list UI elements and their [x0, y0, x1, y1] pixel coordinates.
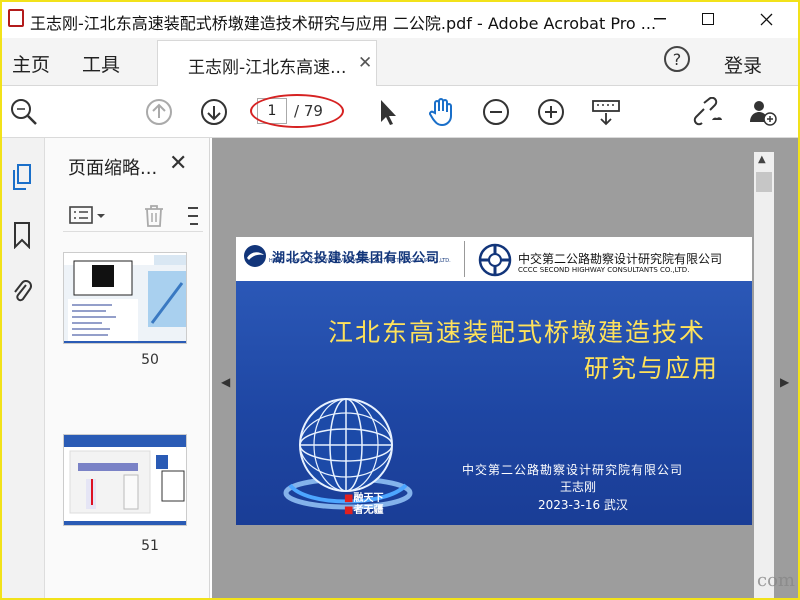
close-panel-icon[interactable]: ✕: [169, 151, 187, 176]
hubei-emblem-icon: [244, 245, 266, 267]
select-cursor-icon[interactable]: [372, 96, 404, 128]
find-search-icon[interactable]: [8, 96, 40, 128]
page-header: 湖北交投建设集团有限公司 HUBEI COMMUNICATIONS INVEST…: [236, 237, 752, 281]
hand-tool-icon[interactable]: [425, 96, 457, 128]
keyboard-scroll-icon[interactable]: [590, 96, 622, 128]
thumbnail-tools: [63, 196, 203, 232]
add-user-icon[interactable]: [746, 96, 778, 128]
thumbnails-panel-title: 页面缩略...: [68, 158, 158, 179]
window-title: 王志刚-江北东高速装配式桥墩建造技术研究与应用 二公院.pdf - Adobe …: [30, 14, 657, 33]
slide-date: 2023-3-16 武汉: [538, 498, 628, 512]
slogan: ■融天下 ■者无疆: [344, 493, 384, 516]
share-link-icon[interactable]: [692, 96, 724, 128]
minimize-button[interactable]: [640, 4, 680, 34]
collapse-left-arrow-icon[interactable]: ◀: [221, 375, 230, 389]
thumbnail-page-51[interactable]: [63, 434, 187, 526]
attachments-icon[interactable]: [8, 276, 36, 306]
document-tab[interactable]: 王志刚-江北东高速... ✕: [157, 40, 377, 86]
close-tab-icon[interactable]: ✕: [358, 53, 372, 73]
thumbnail-50-preview: [64, 253, 186, 343]
page-thumbnails-icon[interactable]: [8, 162, 36, 192]
tools-tab[interactable]: 工具: [82, 50, 120, 77]
acrobat-app-icon: [8, 9, 24, 27]
document-scroll-thumb[interactable]: [756, 172, 772, 192]
slide-body: 江北东高速装配式桥墩建造技术 研究与应用 ■融天下 ■者无疆 中交第二公路勘察设…: [236, 281, 752, 525]
slogan-line2: 者无疆: [353, 505, 384, 516]
help-button[interactable]: ?: [664, 46, 690, 72]
cccc-emblem-icon: [478, 243, 512, 277]
title-bar: 王志刚-江北东高速装配式桥墩建造技术研究与应用 二公院.pdf - Adobe …: [0, 0, 800, 38]
document-scrollbar[interactable]: [754, 152, 774, 598]
zoom-out-icon[interactable]: [480, 96, 512, 128]
slide-organization: 中交第二公路勘察设计研究院有限公司: [462, 463, 684, 477]
slide-author: 王志刚: [560, 480, 597, 494]
slogan-line1: 融天下: [353, 493, 384, 504]
toolbar: 1 / 79: [0, 86, 800, 138]
collapse-right-arrow-icon[interactable]: ▶: [780, 375, 789, 389]
thumbnail-51-preview: [64, 435, 186, 525]
home-tab[interactable]: 主页: [12, 50, 50, 77]
delete-page-icon[interactable]: [143, 204, 165, 232]
hubei-logo: 湖北交投建设集团有限公司: [242, 243, 440, 269]
bookmarks-icon[interactable]: [8, 220, 36, 250]
login-button[interactable]: 登录: [724, 51, 762, 78]
next-page-icon[interactable]: [198, 96, 230, 128]
company-right-name: 中交第二公路勘察设计研究院有限公司: [518, 252, 723, 266]
page-bottom-area: [236, 525, 752, 599]
thumbnail-page-50[interactable]: [63, 252, 187, 344]
doc-scroll-up-arrow-icon[interactable]: ▲: [758, 154, 766, 165]
company-left-english: HUBEI COMMUNICATIONS INVESTMENT CONSTRUC…: [269, 258, 451, 264]
menu-bar: 主页 工具 王志刚-江北东高速... ✕ ? 登录: [0, 38, 800, 86]
close-window-button[interactable]: [746, 4, 786, 34]
logo-divider: [464, 241, 465, 277]
pdf-page: 湖北交投建设集团有限公司 HUBEI COMMUNICATIONS INVEST…: [236, 237, 752, 599]
maximize-button[interactable]: [688, 4, 728, 34]
slide-title-line2: 研究与应用: [584, 354, 720, 383]
document-tab-label: 王志刚-江北东高速...: [188, 58, 347, 78]
cccc-logo: 中交第二公路勘察设计研究院有限公司 CCCC SECOND HIGHWAY CO…: [476, 241, 722, 283]
navigation-rail: [0, 138, 45, 600]
watermark-text: com: [757, 570, 795, 591]
red-highlight-ellipse: [250, 94, 344, 128]
zoom-in-icon[interactable]: [535, 96, 567, 128]
slide-title-line1: 江北东高速装配式桥墩建造技术: [328, 318, 707, 347]
more-tools-icon[interactable]: [186, 204, 200, 232]
company-right-english: CCCC SECOND HIGHWAY CONSULTANTS CO.,LTD.: [518, 266, 690, 274]
previous-page-icon[interactable]: [143, 96, 175, 128]
thumbnail-options-icon[interactable]: [69, 206, 109, 228]
thumbnails-panel: 页面缩略... ✕ 50 51: [45, 138, 251, 600]
